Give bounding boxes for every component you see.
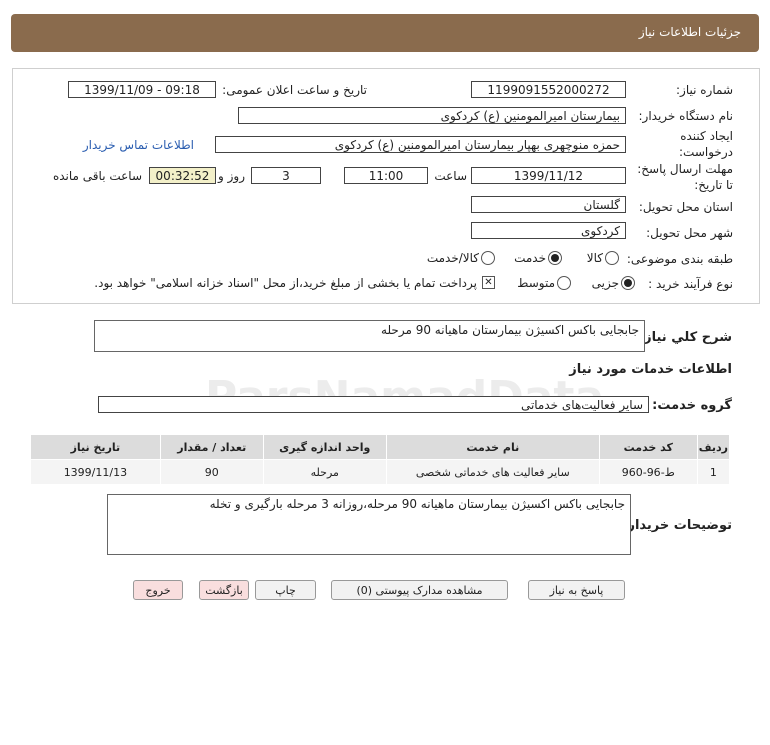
remaining-time-field: 00:32:52 — [149, 167, 216, 184]
summary-text: جابجایی باکس اکسیژن بیمارستان ماهیانه 90… — [381, 323, 639, 337]
services-table-header: ردیف کد خدمت نام خدمت واحد اندازه گیری ت… — [30, 434, 731, 460]
cell-code: ط-96-960 — [598, 459, 698, 485]
buyer-notes-field: جابجایی باکس اکسیژن بیمارستان ماهیانه 90… — [107, 494, 631, 555]
exit-button[interactable]: خروج — [133, 580, 183, 600]
deadline-time-field: 11:00 — [344, 167, 428, 184]
process-radio-minor[interactable] — [621, 276, 635, 290]
need-number-field: 1199091552000272 — [471, 81, 626, 98]
category-radio-goods-service[interactable] — [481, 251, 495, 265]
announce-field: 1399/11/09 - 09:18 — [68, 81, 216, 98]
cell-name: سایر فعالیت های خدماتی شخصی — [385, 459, 600, 485]
deadline-date-field: 1399/11/12 — [471, 167, 626, 184]
category-label: طبقه بندی موضوعی: — [626, 252, 733, 266]
days-field: 3 — [251, 167, 321, 184]
service-group-label: گروه خدمت: — [652, 398, 732, 413]
summary-field: جابجایی باکس اکسیژن بیمارستان ماهیانه 90… — [94, 320, 645, 352]
service-group-field: سایر فعالیت‌های خدماتی — [98, 396, 649, 413]
col-date: تاریخ نیاز — [30, 434, 161, 460]
category-radio-service[interactable] — [548, 251, 562, 265]
time-label: ساعت — [434, 169, 467, 183]
process-label: نوع فرآیند خرید : — [648, 277, 733, 291]
cell-row: 1 — [696, 459, 731, 485]
services-table: ردیف کد خدمت نام خدمت واحد اندازه گیری ت… — [30, 434, 731, 485]
cell-quantity: 90 — [159, 459, 264, 485]
services-section-title: اطلاعات خدمات مورد نیاز — [569, 362, 732, 377]
buyer-contact-link[interactable]: اطلاعات تماس خریدار — [83, 138, 194, 152]
province-label: استان محل تحویل: — [638, 200, 733, 214]
buyer-notes-text: جابجایی باکس اکسیژن بیمارستان ماهیانه 90… — [209, 497, 625, 511]
creator-label-2: درخواست: — [679, 145, 733, 159]
col-code: کد خدمت — [598, 434, 698, 460]
buyer-org-field: بیمارستان امیرالمومنین (ع) کردکوی — [238, 107, 626, 124]
view-attachments-button[interactable]: مشاهده مدارک پیوستی (0) — [331, 580, 508, 600]
summary-label: شرح کلي نياز: — [638, 330, 732, 345]
province-field: گلستان — [471, 196, 626, 213]
page-header: جزئیات اطلاعات نیاز — [11, 14, 759, 52]
col-quantity: تعداد / مقدار — [159, 434, 264, 460]
remaining-label: ساعت باقی مانده — [52, 169, 142, 183]
print-button[interactable]: چاپ — [255, 580, 316, 600]
cell-date: 1399/11/13 — [30, 459, 161, 485]
col-name: نام خدمت — [385, 434, 600, 460]
deadline-label-2: تا تاریخ: — [694, 178, 733, 192]
payment-note: پرداخت تمام یا بخشی از مبلغ خرید،از محل … — [94, 276, 477, 290]
category-option-goods: کالا — [586, 251, 603, 265]
creator-field: حمزه منوچهری بهپار بیمارستان امیرالمومنی… — [215, 136, 626, 153]
col-row: ردیف — [696, 434, 731, 460]
cell-unit: مرحله — [262, 459, 387, 485]
city-field: کردکوی — [471, 222, 626, 239]
process-option-minor: جزیی — [591, 276, 619, 290]
announce-label: تاریخ و ساعت اعلان عمومی: — [222, 83, 367, 97]
process-radio-medium[interactable] — [557, 276, 571, 290]
process-option-medium: متوسط — [517, 276, 555, 290]
back-button[interactable]: بازگشت — [199, 580, 249, 600]
page-title: جزئیات اطلاعات نیاز — [638, 25, 741, 39]
need-details-panel: شماره نیاز: 1199091552000272 تاریخ و ساع… — [12, 68, 760, 304]
payment-checkbox[interactable]: ✕ — [482, 276, 495, 289]
category-option-service: خدمت — [514, 251, 546, 265]
col-unit: واحد اندازه گیری — [262, 434, 387, 460]
buyer-org-label: نام دستگاه خریدار: — [638, 109, 734, 123]
table-row: 1 ط-96-960 سایر فعالیت های خدماتی شخصی م… — [30, 459, 731, 485]
city-label: شهر محل تحویل: — [646, 226, 733, 240]
buyer-notes-label: توضیحات خریدار: — [622, 518, 732, 533]
creator-label: ایجاد کننده — [680, 129, 733, 143]
category-radio-goods[interactable] — [605, 251, 619, 265]
deadline-label: مهلت ارسال پاسخ: — [637, 162, 733, 176]
category-option-goods-service: کالا/خدمت — [426, 251, 479, 265]
need-number-label: شماره نیاز: — [676, 83, 733, 97]
reply-button[interactable]: پاسخ به نیاز — [528, 580, 625, 600]
days-label: روز و — [218, 169, 245, 183]
